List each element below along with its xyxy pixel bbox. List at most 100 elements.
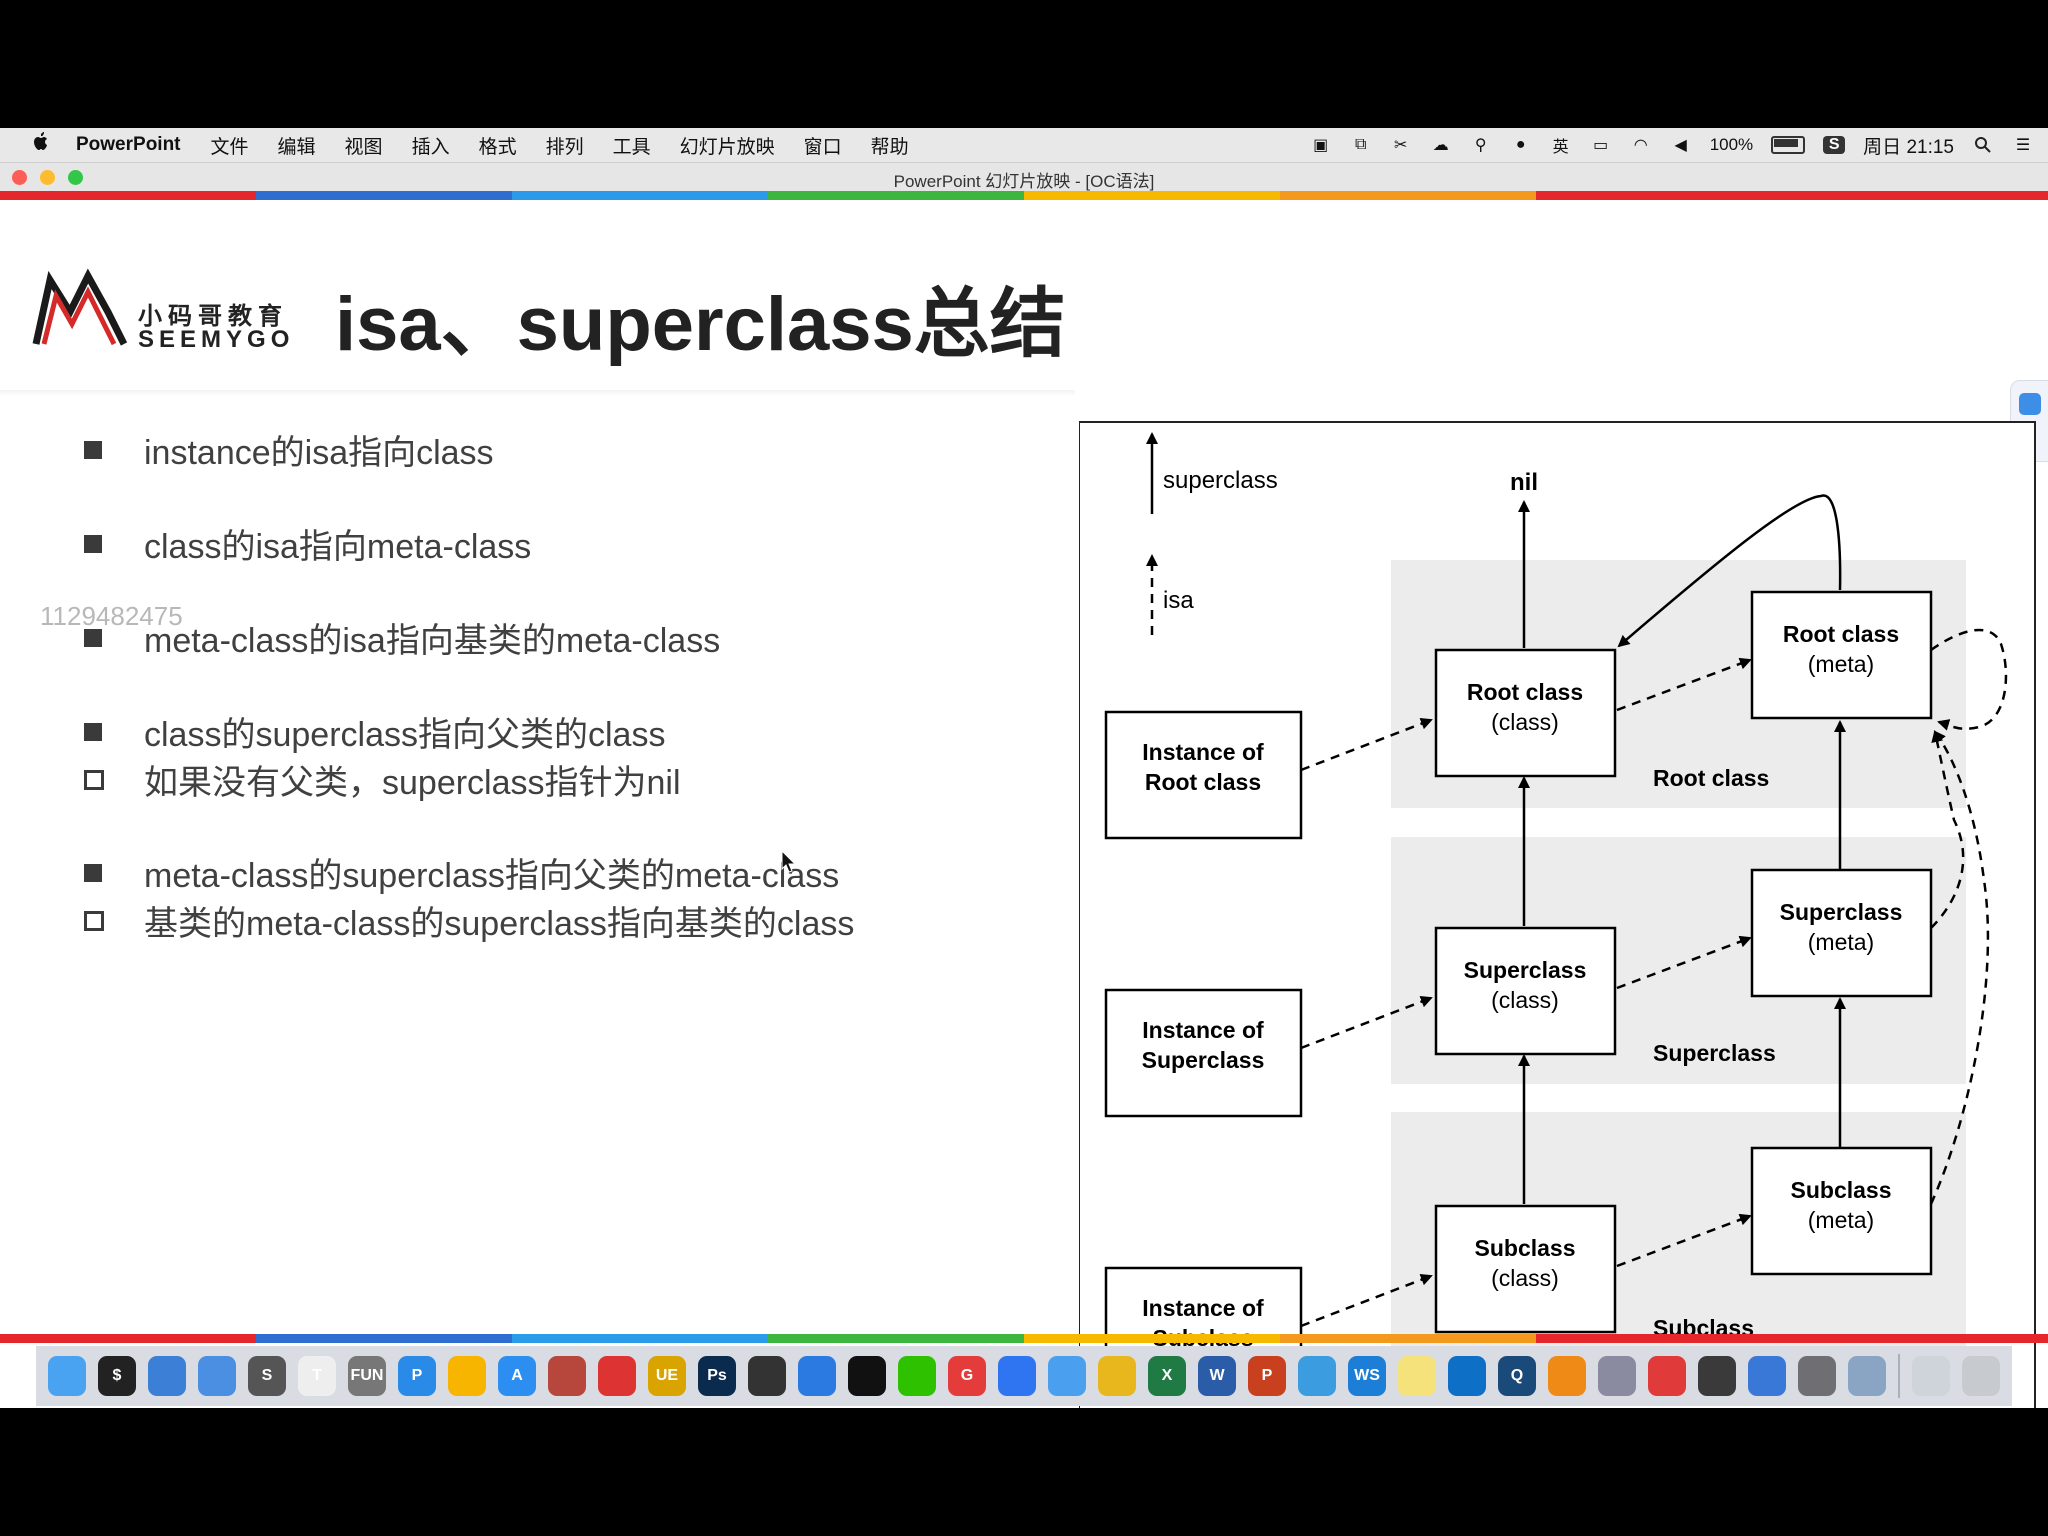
color-segment <box>1536 191 1792 200</box>
powerpoint-icon[interactable]: P <box>1248 1356 1286 1396</box>
clock[interactable]: 周日 21:15 <box>1863 132 1954 159</box>
mic-icon[interactable]: ● <box>1510 136 1532 154</box>
documents-icon[interactable] <box>1912 1356 1950 1396</box>
terminal-icon[interactable]: $ <box>98 1356 136 1396</box>
ue-icon[interactable]: UE <box>648 1356 686 1396</box>
box-label: Root class <box>1467 679 1583 705</box>
pen-icon[interactable] <box>1298 1356 1336 1396</box>
xcode-icon[interactable] <box>148 1356 186 1396</box>
box-label: Root class <box>1783 621 1899 647</box>
apple-icon[interactable] <box>598 1356 636 1396</box>
teamviewer-icon[interactable] <box>1448 1356 1486 1396</box>
bullet-square-filled-icon <box>84 722 102 741</box>
finder-icon[interactable] <box>48 1356 86 1396</box>
simulator-icon[interactable] <box>198 1356 236 1396</box>
slide-title: isa、superclass总结 <box>335 282 1066 367</box>
color-segment <box>0 1334 256 1343</box>
notification-list-icon[interactable]: ☰ <box>2012 136 2034 154</box>
copy-icon[interactable]: ⧉ <box>1350 136 1372 154</box>
menu-item-view[interactable]: 视图 <box>345 132 383 159</box>
bullet-square-filled-icon <box>84 863 102 882</box>
wifi-icon[interactable]: ◠ <box>1630 136 1652 154</box>
bullet-item: class的superclass指向父类的class <box>84 707 665 756</box>
ime-icon[interactable]: 英 <box>1550 136 1572 156</box>
menu-item-help[interactable]: 帮助 <box>871 132 909 159</box>
baidu-icon[interactable] <box>998 1356 1036 1396</box>
bullet-square-hollow-icon <box>84 769 104 790</box>
cloud-icon[interactable]: ☁ <box>1430 136 1452 154</box>
menu-item-insert[interactable]: 插入 <box>412 132 450 159</box>
color-segment <box>512 191 768 200</box>
box-label: Instance of <box>1142 1295 1264 1321</box>
speaker-icon[interactable] <box>1698 1356 1736 1396</box>
sublime-icon[interactable]: S <box>248 1356 286 1396</box>
wechat-icon[interactable] <box>898 1356 936 1396</box>
vlc-icon[interactable] <box>1548 1356 1586 1396</box>
box-label: (meta) <box>1808 929 1874 955</box>
battery-icon[interactable] <box>1771 136 1806 154</box>
subclass-class-box: Subclass (class) <box>1434 1204 1617 1334</box>
mouse-pointer-icon <box>781 850 797 873</box>
qsearch-icon[interactable]: Q <box>1498 1356 1536 1396</box>
slide-top-color-bar <box>0 191 2048 200</box>
avatar-icon[interactable] <box>548 1356 586 1396</box>
bullet-item: meta-class的superclass指向父类的meta-class <box>84 848 839 897</box>
menu-item-format[interactable]: 格式 <box>479 132 517 159</box>
network-icon[interactable]: ⚲ <box>1470 136 1492 154</box>
typora-icon[interactable]: T <box>298 1356 336 1396</box>
screens-icon[interactable] <box>1748 1356 1786 1396</box>
scissors-icon[interactable]: ✂ <box>1390 136 1412 154</box>
github-icon[interactable] <box>748 1356 786 1396</box>
edge-icon[interactable] <box>798 1356 836 1396</box>
film-icon[interactable] <box>1598 1356 1636 1396</box>
qq-icon[interactable] <box>848 1356 886 1396</box>
g-icon[interactable]: G <box>948 1356 986 1396</box>
app-menu-powerpoint[interactable]: PowerPoint <box>76 134 181 156</box>
menu-item-slideshow[interactable]: 幻灯片放映 <box>680 132 775 159</box>
bullet-text: 基类的meta-class的superclass指向基类的class <box>144 905 855 943</box>
spotlight-search-icon[interactable] <box>1972 136 1994 154</box>
color-segment <box>1536 1334 1792 1343</box>
trash-icon[interactable] <box>1962 1356 2000 1396</box>
root-class-class-box: Root class (class) <box>1434 648 1617 778</box>
photoshop-icon[interactable]: Ps <box>698 1356 736 1396</box>
menu-item-edit[interactable]: 编辑 <box>278 132 316 159</box>
excel-icon[interactable]: X <box>1148 1356 1186 1396</box>
s-icon[interactable]: S <box>1823 136 1846 154</box>
box-label: (class) <box>1491 987 1559 1013</box>
volume-icon[interactable]: ◀ <box>1670 136 1692 154</box>
preview-icon[interactable] <box>1848 1356 1886 1396</box>
screen: PowerPoint 文件 编辑 视图 插入 格式 排列 工具 幻灯片放映 窗口… <box>0 128 2048 1408</box>
netease-music-icon[interactable] <box>1648 1356 1686 1396</box>
sketch-icon[interactable] <box>448 1356 486 1396</box>
menu-item-tools[interactable]: 工具 <box>613 132 651 159</box>
notes-icon[interactable] <box>1398 1356 1436 1396</box>
word-icon[interactable]: W <box>1198 1356 1236 1396</box>
bullet-text: instance的isa指向class <box>144 434 494 472</box>
screen-record-icon[interactable]: ▣ <box>1310 136 1332 154</box>
chrome-icon[interactable] <box>1098 1356 1136 1396</box>
superclass-meta-box: Superclass (meta) <box>1750 868 1933 998</box>
bullet-square-filled-icon <box>84 534 102 553</box>
fun-icon[interactable]: FUN <box>348 1356 386 1396</box>
display-icon[interactable]: ▭ <box>1590 136 1612 154</box>
apple-menu-icon[interactable] <box>30 132 52 158</box>
bullet-text: meta-class的isa指向基类的meta-class <box>144 622 721 660</box>
ws-icon[interactable]: WS <box>1348 1356 1386 1396</box>
color-segment <box>1792 1334 2048 1343</box>
appstore-icon[interactable]: A <box>498 1356 536 1396</box>
logo-m-icon <box>32 268 128 346</box>
box-label: (class) <box>1491 1265 1559 1291</box>
pp-icon[interactable]: P <box>398 1356 436 1396</box>
menu-item-arrange[interactable]: 排列 <box>546 132 584 159</box>
color-segment <box>256 191 512 200</box>
menu-item-file[interactable]: 文件 <box>211 132 249 159</box>
system-preferences-icon[interactable] <box>1798 1356 1836 1396</box>
feishu-icon[interactable] <box>1048 1356 1086 1396</box>
menu-item-window[interactable]: 窗口 <box>804 132 842 159</box>
box-label: (meta) <box>1808 651 1874 677</box>
color-segment <box>1792 191 2048 200</box>
chat-bubble-icon[interactable] <box>2019 393 2041 415</box>
color-segment <box>1280 1334 1536 1343</box>
sub-bullet-item: 如果没有父类，superclass指针为nil <box>84 755 681 804</box>
